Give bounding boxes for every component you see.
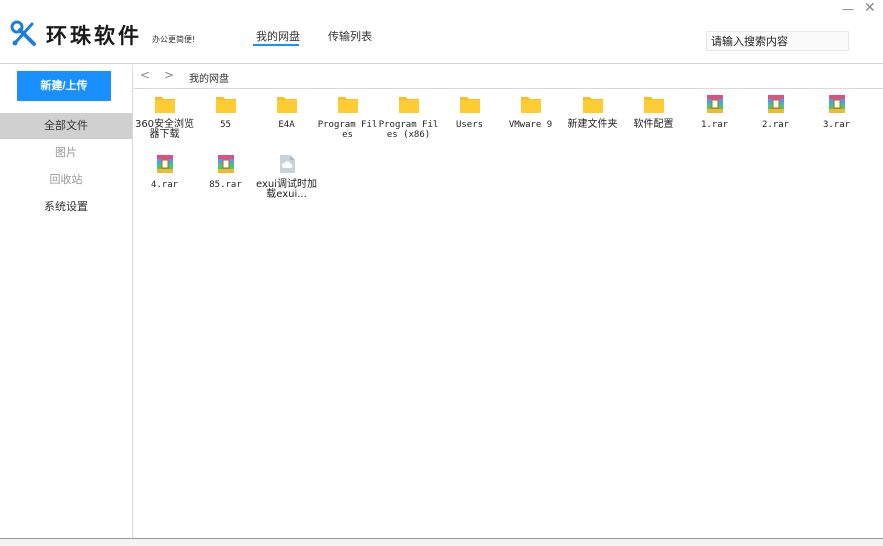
- close-button[interactable]: ✕: [864, 0, 876, 16]
- file-item[interactable]: 360安全浏览器下载: [134, 94, 195, 140]
- folder-icon: [459, 97, 480, 113]
- file-name: 软件配置: [633, 119, 674, 130]
- sidebar: 新建/上传 全部文件 图片 回收站 系统设置: [0, 65, 133, 538]
- file-item[interactable]: 55: [195, 94, 256, 130]
- new-upload-button[interactable]: 新建/上传: [17, 71, 111, 101]
- file-name: 新建文件夹: [567, 119, 618, 130]
- file-name: E4A: [278, 120, 295, 130]
- rar-archive-icon: [767, 95, 784, 113]
- file-name: 3.rar: [822, 120, 851, 130]
- sidebar-item-system-settings[interactable]: 系统设置: [0, 194, 132, 220]
- rar-archive-icon: [217, 155, 234, 173]
- sidebar-item-recycle-bin[interactable]: 回收站: [0, 167, 132, 193]
- folder-icon: [276, 97, 297, 113]
- file-name: 1.rar: [700, 120, 729, 130]
- file-item[interactable]: Users: [439, 94, 500, 130]
- path-bar: < > 我的网盘: [134, 65, 883, 89]
- file-item[interactable]: 2.rar: [745, 94, 806, 130]
- folder-icon: [582, 97, 603, 113]
- file-item[interactable]: 85.rar: [195, 154, 256, 190]
- folder-icon: [520, 97, 541, 113]
- rar-archive-icon: [706, 95, 723, 113]
- minimize-button[interactable]: —: [842, 2, 854, 16]
- rar-archive-icon: [156, 155, 173, 173]
- file-name: Program Files (x86): [378, 120, 439, 140]
- folder-icon: [215, 97, 236, 113]
- file-name: exui调试时加载exui...: [256, 179, 318, 200]
- file-name: 360安全浏览器下载: [134, 119, 195, 140]
- folder-icon: [337, 97, 358, 113]
- logo-icon: [10, 20, 36, 46]
- folder-icon: [643, 97, 664, 113]
- folder-icon: [398, 97, 419, 113]
- file-name: Users: [455, 120, 484, 130]
- file-name: 55: [220, 120, 231, 130]
- forward-button[interactable]: >: [164, 68, 174, 82]
- rar-archive-icon: [828, 95, 845, 113]
- status-bar-edge: [0, 538, 883, 546]
- file-item[interactable]: 1.rar: [684, 94, 745, 130]
- file-name: 85.rar: [209, 180, 242, 190]
- brand-slogan: 办公更简便!: [152, 35, 196, 44]
- file-item[interactable]: 新建文件夹: [562, 94, 623, 130]
- brand-name: 环珠软件: [46, 24, 142, 48]
- breadcrumb: 我的网盘: [189, 74, 229, 85]
- file-item[interactable]: exui调试时加载exui...: [256, 154, 317, 200]
- file-name: Program Files: [317, 120, 378, 140]
- file-item[interactable]: Program Files: [317, 94, 378, 140]
- back-button[interactable]: <: [140, 68, 150, 82]
- sidebar-item-all-files[interactable]: 全部文件: [0, 113, 132, 139]
- folder-icon: [154, 97, 175, 113]
- tab-my-disk[interactable]: 我的网盘: [256, 28, 300, 44]
- file-item[interactable]: 4.rar: [134, 154, 195, 190]
- file-item[interactable]: 3.rar: [806, 94, 867, 130]
- cloud-file-icon: [279, 155, 295, 173]
- file-item[interactable]: 软件配置: [623, 94, 684, 130]
- file-item[interactable]: Program Files (x86): [378, 94, 439, 140]
- file-item[interactable]: E4A: [256, 94, 317, 130]
- file-item[interactable]: VMware 9: [500, 94, 561, 130]
- tab-transfer-list[interactable]: 传输列表: [328, 28, 372, 44]
- sidebar-item-pictures[interactable]: 图片: [0, 140, 132, 166]
- file-name: 2.rar: [761, 120, 790, 130]
- search-input[interactable]: [706, 31, 849, 51]
- title-bar: 环珠软件 办公更简便! 我的网盘 传输列表 — ✕: [0, 0, 883, 64]
- file-name: VMware 9: [508, 120, 553, 130]
- active-tab-indicator: [253, 44, 299, 46]
- file-name: 4.rar: [150, 180, 179, 190]
